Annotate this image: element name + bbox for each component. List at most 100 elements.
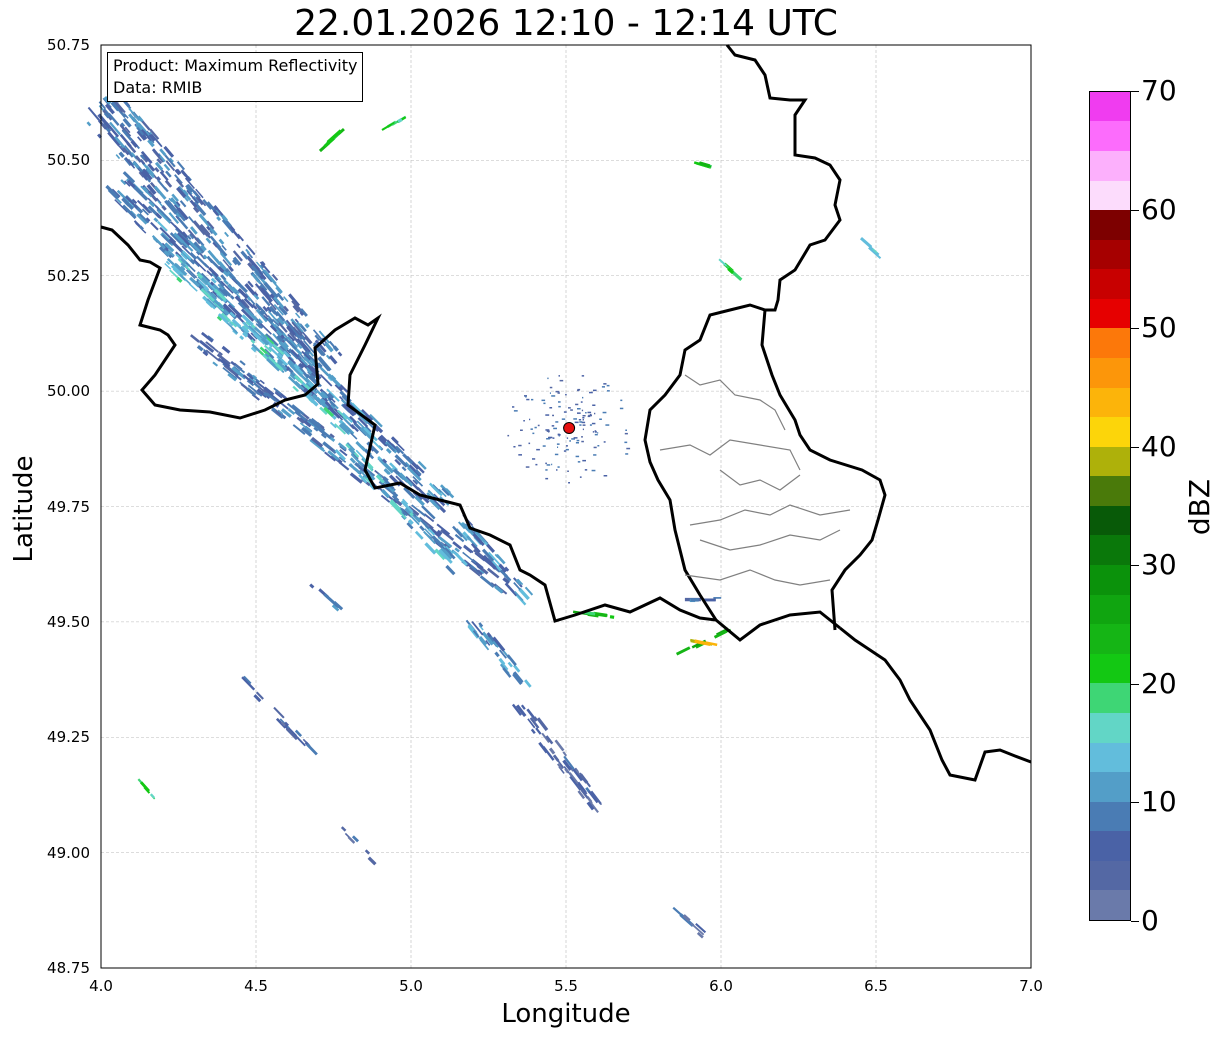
clutter-mark bbox=[528, 442, 531, 445]
clutter-mark bbox=[582, 415, 586, 417]
clutter-mark bbox=[624, 432, 628, 435]
clutter-mark bbox=[549, 386, 553, 389]
echo-mark bbox=[536, 717, 549, 732]
colorbar-band bbox=[1090, 269, 1130, 299]
echo-mark bbox=[452, 541, 463, 550]
colorbar-tick-mark bbox=[1131, 91, 1139, 92]
y-tick-label: 50.75 bbox=[47, 36, 90, 54]
clutter-mark bbox=[591, 422, 596, 425]
clutter-mark bbox=[525, 396, 527, 398]
echo-mark bbox=[134, 155, 142, 163]
y-axis-label: Latitude bbox=[9, 455, 39, 563]
colorbar-band bbox=[1090, 239, 1130, 270]
clutter-mark bbox=[561, 418, 566, 420]
echo-mark bbox=[273, 706, 285, 719]
echo-mark bbox=[349, 457, 356, 464]
clutter-mark bbox=[520, 429, 523, 431]
colorbar-tick-mark bbox=[1131, 921, 1139, 922]
clutter-mark bbox=[594, 431, 597, 433]
clutter-mark bbox=[592, 404, 596, 406]
colorbar-band bbox=[1090, 742, 1130, 773]
clutter-mark bbox=[541, 399, 546, 402]
clutter-mark bbox=[581, 440, 584, 443]
echo-mark bbox=[97, 133, 102, 139]
clutter-mark bbox=[599, 418, 602, 420]
echo-mark bbox=[202, 254, 208, 260]
clutter-mark bbox=[570, 409, 573, 411]
clutter-mark bbox=[545, 462, 547, 465]
echo-mark bbox=[367, 856, 377, 866]
echo-mark bbox=[86, 121, 92, 127]
echo-mark bbox=[463, 544, 473, 554]
echo-mark bbox=[532, 716, 539, 722]
echo-mark bbox=[859, 236, 872, 249]
echo-mark bbox=[868, 246, 882, 259]
colorbar-band bbox=[1090, 683, 1130, 713]
clutter-mark bbox=[579, 476, 582, 478]
clutter-mark bbox=[537, 424, 540, 427]
echo-mark bbox=[221, 345, 231, 354]
y-tick-label: 49.50 bbox=[47, 612, 90, 631]
echo-mark bbox=[239, 335, 245, 341]
echo-mark bbox=[283, 721, 290, 727]
echo-mark bbox=[535, 727, 542, 735]
echo-mark bbox=[239, 360, 246, 366]
clutter-mark bbox=[606, 384, 610, 387]
clutter-mark bbox=[526, 398, 530, 401]
echo-mark bbox=[245, 248, 250, 254]
colorbar-tick-label: 50 bbox=[1141, 311, 1177, 345]
clutter-mark bbox=[574, 421, 579, 424]
echo-mark bbox=[165, 260, 171, 266]
clutter-mark bbox=[619, 407, 624, 410]
clutter-mark bbox=[555, 390, 560, 393]
clutter-mark bbox=[558, 405, 561, 408]
clutter-mark bbox=[507, 434, 510, 437]
clutter-mark bbox=[551, 425, 555, 427]
colorbar-tick-mark bbox=[1131, 565, 1139, 567]
clutter-mark bbox=[512, 406, 515, 408]
echo-mark bbox=[140, 781, 151, 793]
clutter-mark bbox=[597, 445, 600, 447]
clutter-mark bbox=[529, 418, 531, 421]
clutter-mark bbox=[593, 446, 597, 449]
echo-mark bbox=[494, 585, 504, 594]
echo-mark bbox=[338, 461, 350, 471]
echo-mark bbox=[179, 200, 187, 208]
colorbar-tick-mark bbox=[1131, 209, 1139, 211]
x-axis-label: Longitude bbox=[501, 999, 631, 1029]
echo-mark bbox=[205, 237, 212, 244]
colorbar-band bbox=[1090, 180, 1130, 211]
x-tick-label: 6.0 bbox=[709, 977, 733, 995]
echo-mark bbox=[218, 238, 225, 245]
echo-mark bbox=[306, 743, 318, 756]
clutter-mark bbox=[592, 431, 595, 433]
clutter-mark bbox=[518, 454, 522, 456]
clutter-mark bbox=[568, 407, 571, 409]
clutter-mark bbox=[513, 446, 516, 448]
clutter-mark bbox=[545, 477, 549, 480]
clutter-mark bbox=[580, 401, 583, 403]
clutter-mark bbox=[582, 428, 584, 431]
echo-mark bbox=[130, 139, 139, 148]
clutter-mark bbox=[546, 430, 550, 432]
y-tick-label: 49.00 bbox=[47, 843, 90, 862]
clutter-mark bbox=[626, 447, 631, 450]
colorbar-tick-mark bbox=[1131, 446, 1139, 448]
echo-mark bbox=[105, 184, 120, 199]
clutter-mark bbox=[573, 437, 578, 439]
echo-mark bbox=[161, 205, 167, 211]
clutter-mark bbox=[581, 436, 583, 438]
clutter-mark bbox=[577, 461, 581, 463]
x-tick-label: 5.5 bbox=[554, 977, 578, 995]
echo-mark bbox=[299, 311, 305, 316]
y-tick-label: 49.25 bbox=[47, 728, 90, 747]
clutter-mark bbox=[591, 469, 596, 472]
echo-mark bbox=[295, 312, 301, 319]
clutter-mark bbox=[605, 424, 610, 426]
echo-mark bbox=[154, 166, 160, 173]
clutter-mark bbox=[602, 411, 607, 414]
clutter-mark bbox=[532, 458, 536, 460]
clutter-mark bbox=[566, 445, 568, 447]
colorbar-band bbox=[1090, 801, 1130, 832]
echo-mark bbox=[188, 216, 195, 223]
